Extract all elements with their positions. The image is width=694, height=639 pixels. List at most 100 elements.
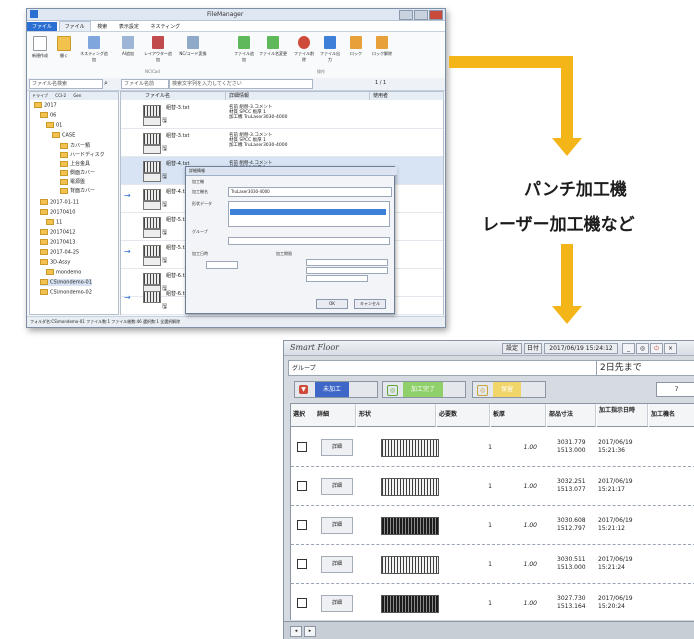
minimize-button[interactable]: _ bbox=[622, 343, 635, 354]
nesting-add-button[interactable]: ネスティング追加 bbox=[79, 36, 109, 63]
filter-unprocessed-button[interactable]: ▼ 未加工 bbox=[294, 381, 378, 398]
row-checkbox[interactable] bbox=[297, 598, 307, 608]
folder-icon bbox=[40, 249, 48, 255]
row-checkbox[interactable] bbox=[297, 559, 307, 569]
settings-button[interactable]: 設定 bbox=[502, 343, 522, 354]
row-checkbox[interactable] bbox=[297, 442, 307, 452]
list-item[interactable]: 🖫 組替-3.txt 名前 組替-3.コメント 材質 SPCC 板厚 1 加工機… bbox=[121, 129, 443, 157]
search-icon[interactable]: ⌕ bbox=[104, 79, 108, 88]
tree-node[interactable]: 06 bbox=[40, 112, 56, 119]
filter-done-button[interactable]: ◎ 加工完了 bbox=[382, 381, 466, 398]
tree-node[interactable]: 背面カバー bbox=[60, 187, 95, 194]
dialog-label-group: グループ bbox=[192, 229, 208, 234]
row-checkbox[interactable] bbox=[297, 481, 307, 491]
tree-node-label: CS\mondemo-02 bbox=[50, 289, 92, 296]
table-row[interactable]: 詳細 1 1.00 3032.251 1513.077 2017/06/19 15:… bbox=[291, 467, 694, 506]
tree-node[interactable]: CASE bbox=[52, 132, 75, 139]
detail-button[interactable]: 詳細 bbox=[321, 595, 353, 612]
tree-tab-gen[interactable]: Gen bbox=[73, 93, 81, 98]
tree-node[interactable]: ハードディスク bbox=[60, 151, 105, 158]
detail-button[interactable]: 詳細 bbox=[321, 439, 353, 456]
deadline-field[interactable] bbox=[306, 259, 388, 266]
layouter-add-button[interactable]: レイアウター追加 bbox=[143, 36, 173, 63]
tree-node[interactable]: 上台金具 bbox=[60, 160, 90, 167]
deadline-field[interactable] bbox=[306, 267, 388, 274]
dimension-height: 1512.797 bbox=[557, 525, 586, 532]
machine-name-field[interactable]: TruLaser3030-4000 bbox=[228, 187, 392, 197]
open-button[interactable]: 開く bbox=[53, 36, 75, 59]
tree-node[interactable]: 20170410 bbox=[40, 209, 75, 216]
ok-button[interactable]: OK bbox=[316, 299, 348, 309]
file-rename-button[interactable]: ファイル名変更 bbox=[259, 36, 287, 57]
right-nav-button[interactable]: ▸ bbox=[304, 626, 316, 637]
row-checkbox[interactable] bbox=[297, 520, 307, 530]
tree-node[interactable]: 2017-01-11 bbox=[40, 199, 79, 206]
detail-button[interactable]: 詳細 bbox=[321, 478, 353, 495]
page-info: 1 / 1 bbox=[375, 80, 387, 86]
tree-node[interactable]: 電源盤 bbox=[60, 178, 85, 185]
deadline-field[interactable] bbox=[306, 275, 368, 282]
group-select[interactable]: 2日先まで bbox=[596, 361, 694, 375]
column-header-user[interactable]: 使用者 bbox=[370, 92, 444, 100]
table-row[interactable]: 詳細 1 1.00 3030.511 1513.000 2017/06/19 15:… bbox=[291, 545, 694, 584]
tree-node[interactable]: 側面カバー bbox=[60, 169, 95, 176]
tree-node[interactable]: 20170412 bbox=[40, 229, 75, 236]
shape-list-selected-row[interactable] bbox=[230, 209, 386, 215]
menu-view[interactable]: 表示設定 bbox=[114, 22, 144, 31]
minimize-button[interactable] bbox=[399, 10, 413, 20]
left-nav-button[interactable]: ◂ bbox=[290, 626, 302, 637]
table-row[interactable]: 詳細 1 1.00 3027.730 1513.164 2017/06/19 15:… bbox=[291, 584, 694, 622]
tree-node[interactable]: 2017 bbox=[34, 102, 57, 109]
tree-node-selected[interactable]: CS\mondemo-01 bbox=[40, 279, 92, 286]
tree-node-label: 20170410 bbox=[50, 209, 76, 216]
filter-hold-button[interactable]: ◎ 保留 bbox=[472, 381, 546, 398]
filter-text-input[interactable]: 検索文字列を入力してください bbox=[169, 79, 313, 89]
date-field[interactable] bbox=[206, 261, 238, 269]
power-icon[interactable]: ⏻ bbox=[650, 343, 663, 354]
tree-node[interactable]: CS\mondemo-02 bbox=[40, 289, 92, 296]
new-button[interactable]: 新規作成 bbox=[29, 36, 51, 59]
menu-file-blue[interactable]: ファイル bbox=[27, 22, 58, 31]
ai-add-label: AI追加 bbox=[122, 51, 134, 56]
close-button[interactable]: × bbox=[664, 343, 677, 354]
tree-tab-drive[interactable]: ドライブ bbox=[32, 93, 48, 98]
group-field[interactable] bbox=[228, 237, 390, 245]
column-header-details[interactable]: 詳細情報 bbox=[226, 92, 370, 100]
lock-button[interactable]: ロック bbox=[345, 36, 367, 57]
menu-nesting[interactable]: ネスティング bbox=[145, 22, 185, 31]
detail-button[interactable]: 詳細 bbox=[321, 517, 353, 534]
filter-field-select[interactable]: ファイル名前 bbox=[121, 79, 169, 89]
new-label: 新規作成 bbox=[32, 53, 48, 58]
tree-node[interactable]: カバー類 bbox=[60, 142, 90, 149]
file-export-button[interactable]: ファイル出力 bbox=[319, 36, 341, 63]
nc-convert-button[interactable]: NC/コード変換 bbox=[179, 36, 207, 57]
nc-convert-label: NC/コード変換 bbox=[179, 51, 207, 56]
folder-icon bbox=[46, 269, 54, 275]
target-icon[interactable]: ◎ bbox=[636, 343, 649, 354]
tree-node[interactable]: 2017-04-25 bbox=[40, 249, 79, 256]
tree-tab-cci[interactable]: CCI-2 bbox=[55, 93, 66, 98]
detail-button[interactable]: 詳細 bbox=[321, 556, 353, 573]
tree-node[interactable]: mondemo bbox=[46, 269, 81, 276]
close-button[interactable] bbox=[429, 10, 443, 20]
table-row[interactable]: 詳細 1 1.00 3031.779 1513.000 2017/06/19 15:… bbox=[291, 428, 694, 467]
ai-add-button[interactable]: AI追加 bbox=[117, 36, 139, 57]
list-item[interactable]: 🖫 組替-3.txt 名前 組替-3.コメント 材質 SPCC 板厚 1 加工機… bbox=[121, 101, 443, 129]
tree-node[interactable]: 20170413 bbox=[40, 239, 75, 246]
instruction-datetime: 2017/06/19 15:20:24 bbox=[598, 595, 633, 611]
maximize-button[interactable] bbox=[414, 10, 428, 20]
tree-node-label: 01 bbox=[56, 122, 63, 129]
unlock-button[interactable]: ロック解除 bbox=[371, 36, 393, 57]
tree-node[interactable]: 11 bbox=[46, 219, 62, 226]
tree-node[interactable]: 01 bbox=[46, 122, 62, 129]
file-delete-button[interactable]: ファイル削除 bbox=[293, 36, 315, 63]
menu-search[interactable]: 検索 bbox=[92, 22, 112, 31]
tree-search-input[interactable]: ファイル名検索 bbox=[29, 79, 103, 89]
tree-node[interactable]: 3D-Assy bbox=[40, 259, 70, 266]
menu-file[interactable]: ファイル bbox=[58, 21, 91, 31]
instruction-date: 2017/06/19 bbox=[598, 517, 633, 524]
table-row[interactable]: 詳細 1 1.00 3030.608 1512.797 2017/06/19 15:… bbox=[291, 506, 694, 545]
column-header-filename[interactable]: ファイル名 bbox=[142, 92, 226, 100]
cancel-button[interactable]: キャンセル bbox=[354, 299, 386, 309]
file-add-button[interactable]: ファイル追加 bbox=[233, 36, 255, 63]
